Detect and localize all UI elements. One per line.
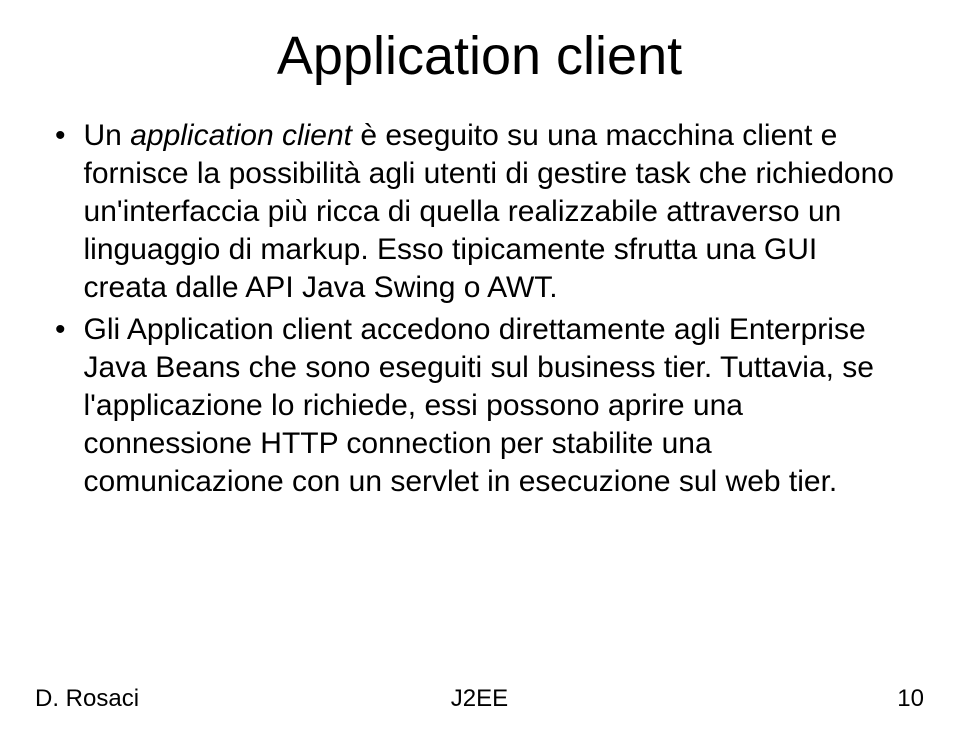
slide-footer: D. Rosaci J2EE 10 — [0, 685, 959, 713]
bullet-marker: • — [55, 117, 66, 155]
bullet-text: Un application client è eseguito su una … — [84, 117, 904, 307]
bullet-text: Gli Application client accedono direttam… — [84, 311, 904, 501]
bullet-item: • Un application client è eseguito su un… — [55, 117, 904, 307]
footer-page-number: 10 — [628, 685, 924, 713]
slide-content: • Un application client è eseguito su un… — [50, 117, 909, 501]
bullet-marker: • — [55, 311, 66, 349]
footer-author: D. Rosaci — [35, 685, 331, 713]
footer-topic: J2EE — [331, 685, 627, 713]
slide-title: Application client — [50, 25, 909, 87]
bullet-item: • Gli Application client accedono dirett… — [55, 311, 904, 501]
